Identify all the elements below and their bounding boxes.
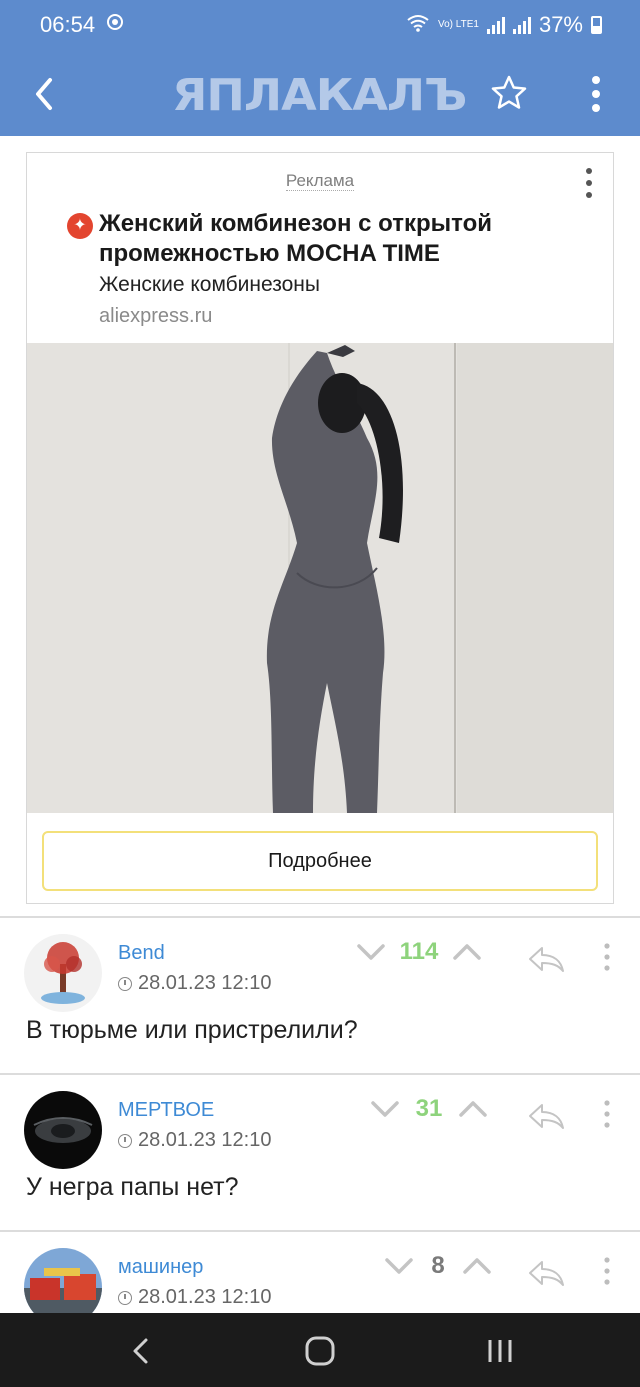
ad-image[interactable] (27, 343, 613, 813)
downvote-icon[interactable] (384, 1255, 414, 1277)
comment-menu-icon[interactable] (600, 942, 614, 972)
comment-date: 28.01.23 12:10 (118, 1286, 271, 1309)
avatar[interactable] (24, 1091, 102, 1169)
comment-item: МЕРТВОЕ 28.01.23 12:10 31 У негра папы н… (0, 1075, 640, 1225)
ad-domain[interactable]: aliexpress.ru (99, 305, 212, 328)
comment-text: В тюрьме или пристрелили? (26, 1016, 358, 1044)
signal-icon (486, 16, 505, 34)
ad-title[interactable]: Женский комбинезон с открытой промежност… (99, 209, 569, 269)
ad-more-icon[interactable] (583, 167, 595, 199)
comment-username[interactable]: Bend (118, 942, 165, 965)
system-navigation-bar (0, 1313, 640, 1387)
comment-score: 8 (431, 1252, 445, 1279)
comment-username[interactable]: МЕРТВОЕ (118, 1099, 214, 1122)
star-icon[interactable] (490, 74, 528, 112)
site-logo[interactable]: ЯПЛАКАЛЪ (172, 69, 467, 120)
app-bar: ЯПЛАКАЛЪ (0, 52, 640, 136)
nav-home-icon[interactable] (304, 1335, 336, 1367)
clock-icon (118, 1290, 132, 1305)
nav-recents-icon[interactable] (486, 1337, 514, 1365)
reply-icon[interactable] (526, 1101, 566, 1131)
ad-card[interactable]: Реклама ✦ Женский комбинезон с открытой … (26, 152, 614, 904)
nav-back-icon[interactable] (128, 1337, 154, 1365)
comment-username[interactable]: машинер (118, 1256, 203, 1279)
avatar[interactable] (24, 934, 102, 1012)
ad-subtitle: Женские комбинезоны (99, 273, 320, 296)
ad-label: Реклама (285, 171, 355, 191)
app-header: 06:54 Vo) LTE1 37% ЯПЛАКАЛЪ (0, 0, 640, 136)
back-arrow-icon[interactable] (30, 76, 60, 112)
clock-icon (118, 976, 132, 991)
upvote-icon[interactable] (462, 1255, 492, 1277)
comment-date: 28.01.23 12:10 (118, 972, 271, 995)
more-vertical-icon[interactable] (584, 74, 608, 114)
downvote-icon[interactable] (370, 1098, 400, 1120)
comment-score: 114 (399, 938, 439, 965)
status-time: 06:54 (40, 12, 96, 37)
avatar[interactable] (24, 1248, 102, 1313)
upvote-icon[interactable] (458, 1098, 488, 1120)
clock-icon (118, 1133, 132, 1148)
vote-block: 8 (384, 1252, 492, 1280)
reply-icon[interactable] (526, 944, 566, 974)
network-label: Vo) LTE1 (438, 19, 479, 30)
comment-date: 28.01.23 12:10 (118, 1129, 271, 1152)
reply-icon[interactable] (526, 1258, 566, 1288)
ad-details-button[interactable]: Подробнее (42, 831, 598, 891)
vote-block: 114 (356, 938, 482, 966)
status-right: Vo) LTE1 37% (406, 12, 602, 38)
comment-text: У негра папы нет? (26, 1173, 239, 1201)
battery-percent: 37% (538, 12, 583, 37)
wifi-icon (406, 12, 430, 38)
comment-item: Bend 28.01.23 12:10 114 В тюрьме или при… (0, 918, 640, 1068)
aliexpress-icon: ✦ (67, 213, 93, 239)
battery-icon (591, 16, 602, 34)
status-bar: 06:54 Vo) LTE1 37% (0, 0, 640, 52)
comment-item: машинер 28.01.23 12:10 8 (0, 1232, 640, 1313)
upvote-icon[interactable] (452, 941, 482, 963)
signal-icon-2 (512, 16, 531, 34)
vote-block: 31 (370, 1095, 488, 1123)
notification-icon (107, 14, 123, 30)
downvote-icon[interactable] (356, 941, 386, 963)
comment-menu-icon[interactable] (600, 1256, 614, 1286)
comment-score: 31 (415, 1095, 443, 1122)
comment-menu-icon[interactable] (600, 1099, 614, 1129)
